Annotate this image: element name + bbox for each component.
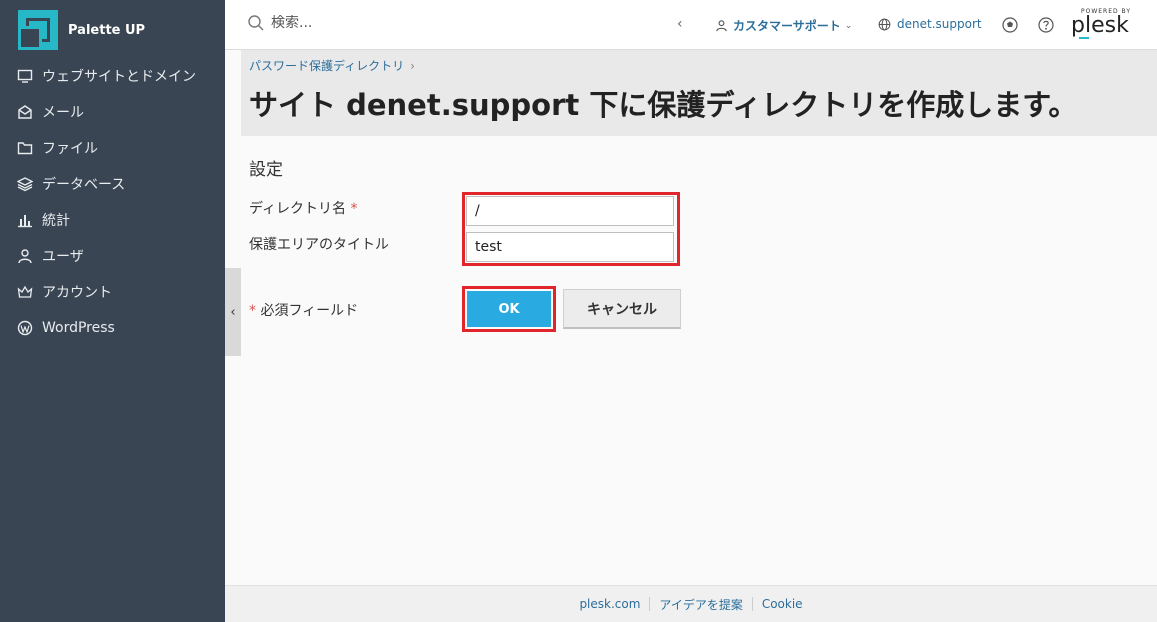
user-menu-label: カスタマーサポート: [733, 19, 841, 33]
brand[interactable]: Palette UP: [18, 10, 145, 50]
help-icon[interactable]: [1037, 16, 1055, 34]
globe-icon: [878, 18, 891, 30]
directory-name-label: ディレクトリ名 *: [249, 198, 357, 218]
required-note: * 必須フィールド: [249, 300, 358, 320]
sidebar-item-files[interactable]: ファイル: [0, 130, 225, 166]
page-title: サイト denet.support 下に保護ディレクトリを作成します。: [249, 88, 1078, 122]
mail-icon: [16, 104, 34, 120]
area-title-input[interactable]: test: [466, 232, 674, 262]
plesk-logo: POWERED BY plesk: [1071, 8, 1131, 42]
brand-name: Palette UP: [68, 22, 146, 38]
chevron-left-icon[interactable]: ‹: [677, 16, 683, 32]
sidebar-item-users[interactable]: ユーザ: [0, 238, 225, 274]
domain-link[interactable]: denet.support: [878, 17, 982, 31]
page-header: パスワード保護ディレクトリ › サイト denet.support 下に保護ディ…: [241, 50, 1157, 136]
crown-icon: [16, 284, 34, 300]
search-box: [247, 14, 471, 32]
sidebar-item-label: メール: [42, 105, 84, 121]
sidebar-item-label: 統計: [42, 213, 70, 229]
sidebar-item-label: データベース: [42, 177, 126, 193]
footer-link-plesk[interactable]: plesk.com: [570, 597, 649, 611]
sidebar-item-websites[interactable]: ウェブサイトとドメイン: [0, 58, 225, 94]
breadcrumb-link[interactable]: パスワード保護ディレクトリ: [249, 57, 404, 74]
sidebar-item-databases[interactable]: データベース: [0, 166, 225, 202]
search-input[interactable]: [271, 15, 471, 31]
user-icon: [716, 20, 727, 32]
sidebar-item-wordpress[interactable]: WordPress: [0, 310, 225, 346]
sidebar-nav: ウェブサイトとドメイン メール ファイル データベース 統計 ユーザ アカウント…: [0, 58, 225, 346]
breadcrumb: パスワード保護ディレクトリ ›: [249, 57, 415, 74]
chevron-down-icon: ⌄: [844, 20, 853, 31]
chevron-left-icon: ‹: [230, 304, 236, 320]
directory-name-input[interactable]: /: [466, 196, 674, 226]
footer: plesk.com アイデアを提案 Cookie: [225, 585, 1157, 622]
plesk-wordmark: plesk: [1071, 13, 1129, 38]
section-title: 設定: [249, 160, 283, 180]
sidebar-item-account[interactable]: アカウント: [0, 274, 225, 310]
required-note-text: 必須フィールド: [260, 303, 359, 319]
palette-logo-icon: [18, 10, 58, 50]
user-menu[interactable]: カスタマーサポート ⌄: [715, 17, 852, 34]
sidebar: Palette UP ウェブサイトとドメイン メール ファイル データベース 統…: [0, 0, 225, 622]
folder-icon: [16, 140, 34, 156]
topbar: ‹ カスタマーサポート ⌄ denet.support POWERED BY p…: [225, 0, 1157, 50]
sidebar-item-label: ウェブサイトとドメイン: [42, 69, 196, 85]
wordpress-icon: [16, 320, 34, 336]
bar-chart-icon: [16, 212, 34, 228]
ok-button[interactable]: OK: [467, 291, 551, 327]
cancel-button[interactable]: キャンセル: [563, 289, 681, 329]
domain-label: denet.support: [897, 17, 982, 31]
area-title-label: 保護エリアのタイトル: [249, 237, 389, 253]
sidebar-item-label: ファイル: [42, 141, 98, 157]
user-icon: [16, 248, 34, 264]
sidebar-item-label: アカウント: [42, 285, 112, 301]
sidebar-item-mail[interactable]: メール: [0, 94, 225, 130]
required-star: *: [249, 303, 256, 319]
search-icon: [248, 15, 264, 31]
sidebar-collapse-button[interactable]: ‹: [225, 268, 241, 356]
sidebar-item-label: ユーザ: [42, 249, 84, 265]
footer-link-ideas[interactable]: アイデアを提案: [650, 596, 751, 613]
database-icon: [16, 176, 34, 192]
sidebar-item-label: WordPress: [42, 320, 115, 336]
chevron-right-icon: ›: [410, 58, 415, 73]
soccer-ball-icon[interactable]: [1001, 16, 1019, 34]
footer-link-cookie[interactable]: Cookie: [753, 597, 812, 611]
monitor-icon: [16, 68, 34, 84]
directory-name-label-text: ディレクトリ名: [249, 201, 347, 217]
sidebar-item-statistics[interactable]: 統計: [0, 202, 225, 238]
required-star: *: [350, 201, 358, 217]
